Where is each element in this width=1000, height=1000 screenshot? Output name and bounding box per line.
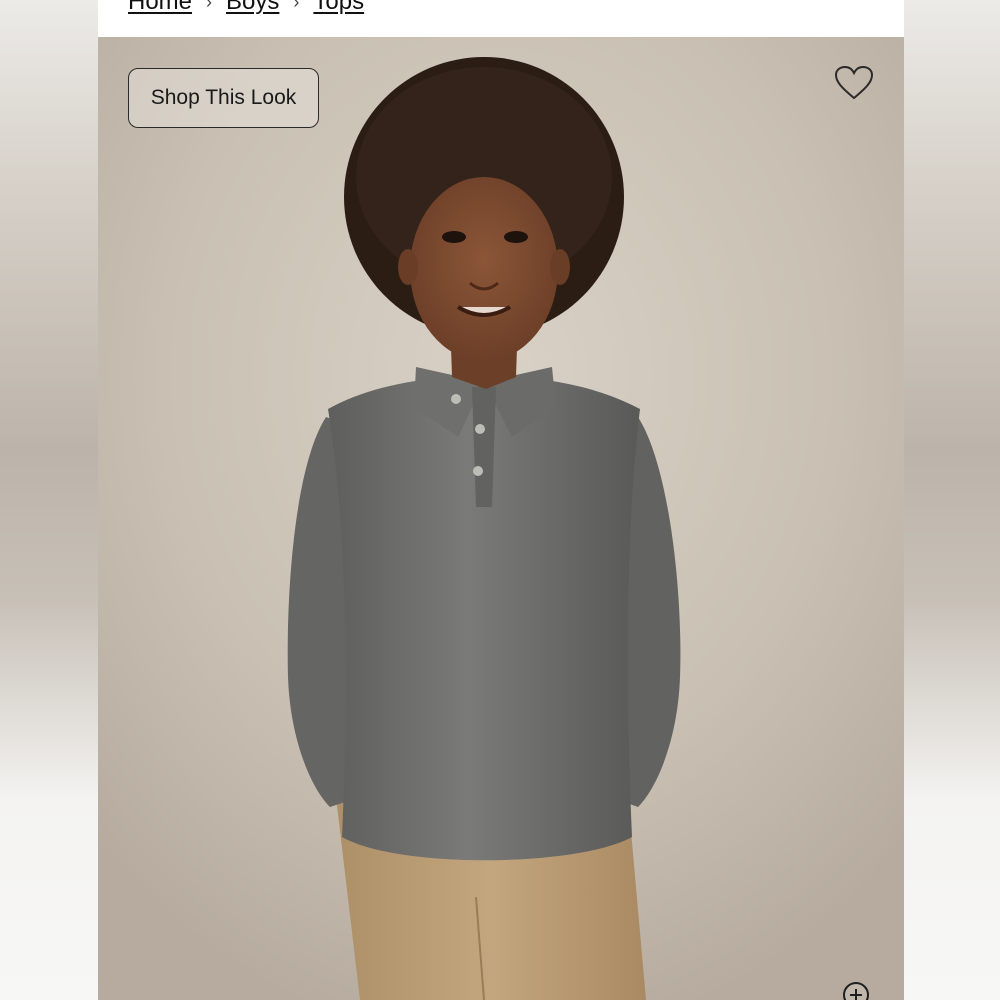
chevron-right-icon: ›: [293, 0, 300, 12]
breadcrumb-tops[interactable]: Tops: [313, 0, 364, 16]
product-page: Home › Boys › Tops Shop This Look: [98, 0, 904, 1000]
left-backdrop: [0, 0, 98, 1000]
model-photo: [98, 37, 904, 1000]
shop-this-look-button[interactable]: Shop This Look: [128, 68, 319, 128]
chevron-right-icon: ›: [206, 0, 213, 12]
zoom-plus-icon[interactable]: [842, 981, 870, 1000]
heart-icon[interactable]: [834, 65, 874, 101]
breadcrumb-bar: Home › Boys › Tops: [98, 0, 904, 37]
right-backdrop: [904, 0, 1000, 1000]
breadcrumb-home[interactable]: Home: [128, 0, 192, 16]
product-image[interactable]: Shop This Look: [98, 37, 904, 1000]
breadcrumb-boys[interactable]: Boys: [226, 0, 279, 16]
breadcrumb: Home › Boys › Tops: [128, 0, 364, 16]
